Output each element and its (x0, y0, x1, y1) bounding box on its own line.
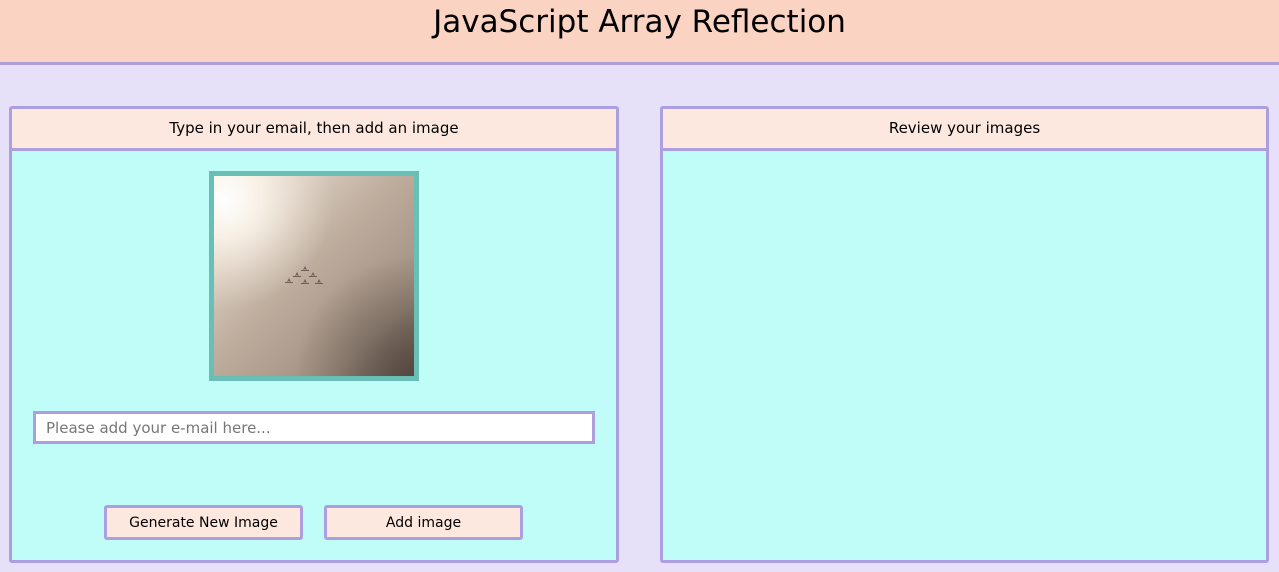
preview-image (214, 176, 414, 376)
email-panel-heading: Type in your email, then add an image (12, 109, 616, 151)
review-images-panel: Review your images (660, 106, 1269, 563)
preview-image-frame (209, 171, 419, 381)
page-title: JavaScript Array Reflection (433, 4, 846, 40)
review-panel-heading: Review your images (663, 109, 1266, 151)
email-input[interactable] (33, 411, 595, 444)
generate-new-image-button[interactable]: Generate New Image (104, 505, 303, 540)
add-image-button[interactable]: Add image (324, 505, 523, 540)
review-images-list (663, 151, 1266, 560)
page-header: JavaScript Array Reflection (0, 0, 1279, 65)
email-image-panel: Type in your email, then add an image Pl… (9, 106, 619, 563)
